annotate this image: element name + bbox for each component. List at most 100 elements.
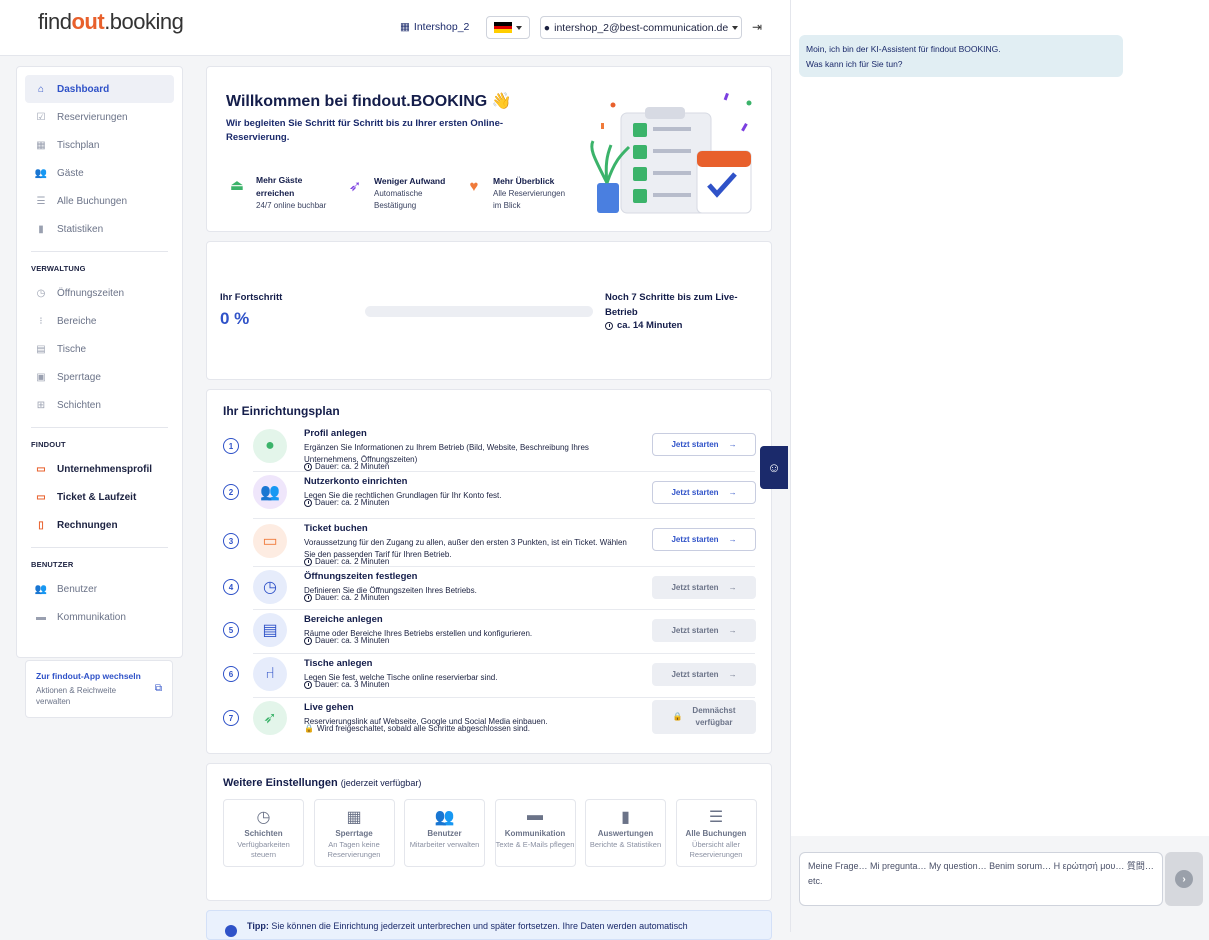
more-settings-card: Weitere Einstellungen (jederzeit verfügb… bbox=[206, 763, 772, 901]
shop-name: Intershop_2 bbox=[413, 21, 470, 33]
sidebar-item-label: Öffnungszeiten bbox=[57, 287, 125, 299]
tile-title: Schichten bbox=[244, 829, 283, 838]
users-icon: 👥 bbox=[34, 167, 48, 179]
sidebar-item-label: Bereiche bbox=[57, 315, 97, 327]
sidebar-item-kommunikation[interactable]: ▬ Kommunikation bbox=[25, 603, 174, 631]
step-title: Tische anlegen bbox=[304, 658, 373, 669]
sidebar-item-reservierungen[interactable]: ☑ Reservierungen bbox=[25, 103, 174, 131]
start-step-button[interactable]: Jetzt starten → bbox=[652, 663, 756, 686]
sidebar-item-gäste[interactable]: 👥 Gäste bbox=[25, 159, 174, 187]
remaining-steps: Noch 7 Schritte bis zum Live-Betrieb bbox=[605, 292, 738, 318]
welcome-subtitle: Wir begleiten Sie Schritt für Schritt bi… bbox=[226, 118, 504, 143]
sidebar-item-ticket-laufzeit[interactable]: ▭ Ticket & Laufzeit bbox=[25, 483, 174, 511]
start-step-button[interactable]: Jetzt starten → bbox=[652, 528, 756, 551]
ticket-icon: ▭ bbox=[253, 524, 287, 558]
findout-booking-logo[interactable]: findout.booking bbox=[38, 9, 184, 35]
id-card-icon: ▭ bbox=[36, 463, 46, 475]
feature-desc: Automatische Bestätigung bbox=[374, 189, 423, 210]
sidebar-item-label: Dashboard bbox=[57, 83, 110, 95]
store-icon: ▤ bbox=[36, 343, 46, 355]
chat-icon: ▬ bbox=[36, 611, 46, 623]
logout-icon[interactable]: ⇥ bbox=[752, 20, 762, 34]
chat-input[interactable]: Meine Frage… Mi pregunta… My question… B… bbox=[799, 852, 1163, 906]
shop-selector[interactable]: ▦ Intershop_2 bbox=[400, 21, 469, 33]
settings-tile-kommunikation[interactable]: ▬ Kommunikation Texte & E-Mails pflegen bbox=[494, 799, 576, 867]
start-step-button[interactable]: Jetzt starten → bbox=[652, 481, 756, 504]
sidebar-item-benutzer[interactable]: 👥 Benutzer bbox=[25, 575, 174, 603]
rocket-icon: ➶ bbox=[348, 178, 362, 195]
sidebar-item-label: Rechnungen bbox=[57, 519, 118, 531]
step-divider bbox=[253, 697, 755, 698]
sidebar-item-rechnungen[interactable]: ▯ Rechnungen bbox=[25, 511, 174, 539]
sidebar-item-sperrtage[interactable]: ▣ Sperrtage bbox=[25, 363, 174, 391]
tile-title: Kommunikation bbox=[504, 829, 566, 838]
settings-tile-sperrtage[interactable]: ▦ Sperrtage An Tagen keine Reservierungen bbox=[313, 799, 395, 867]
step-divider bbox=[253, 609, 755, 610]
tile-title: Benutzer bbox=[427, 829, 462, 838]
sidebar-item-label: Benutzer bbox=[57, 583, 98, 595]
arrow-right-icon: → bbox=[728, 488, 737, 497]
sidebar-item-label: Schichten bbox=[57, 399, 101, 411]
language-dropdown[interactable] bbox=[486, 16, 530, 39]
sidebar: ⌂ Dashboard ☑ Reservierungen ▦ Tischplan 👥 Gäst… bbox=[16, 66, 183, 658]
sidebar-item-schichten[interactable]: ⊞ Schichten bbox=[25, 391, 174, 419]
chat-input-area: Meine Frage… Mi pregunta… My question… B… bbox=[791, 836, 1209, 932]
step-number: 6 bbox=[223, 666, 239, 682]
sidebar-item-label: Kommunikation bbox=[57, 611, 126, 623]
step-duration: Dauer: ca. 2 Minuten bbox=[304, 462, 389, 471]
findout-app-switch[interactable]: Zur findout-App wechseln Aktionen & Reic… bbox=[25, 660, 173, 718]
chair-icon: ⑁ bbox=[253, 657, 287, 691]
user-icon: ● bbox=[253, 429, 287, 463]
sidebar-item-bereiche[interactable]: ⁝ Bereiche bbox=[25, 307, 174, 335]
sidebar-item-label: Tischplan bbox=[57, 139, 100, 151]
start-step-button[interactable]: Jetzt starten → bbox=[652, 433, 756, 456]
sidebar-item-unternehmensprofil[interactable]: ▭ Unternehmensprofil bbox=[25, 455, 174, 483]
feature-less-effort: ➶ Weniger Aufwand Automatische Bestätigun… bbox=[344, 175, 446, 212]
start-step-button[interactable]: Jetzt starten → bbox=[652, 619, 756, 642]
invoice-icon: ▯ bbox=[38, 519, 44, 531]
app-switch-subtitle: Aktionen & Reichweite verwalten bbox=[36, 686, 117, 706]
start-step-button[interactable]: Jetzt starten → bbox=[652, 576, 756, 599]
step-number: 2 bbox=[223, 484, 239, 500]
tile-title: Alle Buchungen bbox=[685, 829, 747, 838]
calendar-icon: ▦ bbox=[36, 139, 46, 151]
clock-icon: ◷ bbox=[36, 287, 46, 299]
sidebar-item-statistiken[interactable]: ▮ Statistiken bbox=[25, 215, 174, 243]
step-duration: Dauer: ca. 2 Minuten bbox=[304, 557, 389, 566]
tile-description: Verfügbarkeiten steuern bbox=[237, 840, 290, 859]
step-divider bbox=[253, 518, 755, 519]
sidebar-item-label: Reservierungen bbox=[57, 111, 128, 123]
users-icon: 👥 bbox=[34, 583, 48, 595]
settings-tile-benutzer[interactable]: 👥 Benutzer Mitarbeiter verwalten bbox=[404, 799, 485, 867]
step-title: Profil anlegen bbox=[304, 428, 367, 439]
sidebar-item-öffnungszeiten[interactable]: ◷ Öffnungszeiten bbox=[25, 279, 174, 307]
settings-tile-alle-buchungen[interactable]: ☰ Alle Buchungen Übersicht aller Reservier… bbox=[675, 799, 757, 867]
sidebar-item-alle-buchungen[interactable]: ☰ Alle Buchungen bbox=[25, 187, 174, 215]
send-button[interactable]: › bbox=[1165, 852, 1203, 906]
list-icon: ☰ bbox=[36, 195, 46, 207]
arrow-right-icon: → bbox=[728, 583, 737, 592]
progress-card: Ihr Fortschritt 0 % Noch 7 Schritte bis … bbox=[206, 241, 772, 380]
feature-title: Weniger Aufwand bbox=[374, 176, 446, 186]
clock-icon bbox=[304, 636, 312, 645]
robot-icon[interactable]: ☺ bbox=[760, 446, 788, 489]
bell-icon: ⏏ bbox=[229, 177, 245, 194]
step-title: Live gehen bbox=[304, 702, 354, 713]
top-bar: findout.booking ▦ Intershop_2 ● intersho… bbox=[0, 0, 790, 56]
step-duration: Dauer: ca. 3 Minuten bbox=[304, 680, 389, 689]
user-email: intershop_2@best-communication.de bbox=[554, 21, 729, 34]
sidebar-item-label: Unternehmensprofil bbox=[57, 463, 153, 475]
progress-bar bbox=[365, 306, 593, 317]
arrow-right-icon: → bbox=[728, 440, 737, 449]
sidebar-item-label: Statistiken bbox=[57, 223, 104, 235]
chart-icon: ▮ bbox=[38, 223, 44, 235]
settings-tile-schichten[interactable]: ◷ Schichten Verfügbarkeiten steuern bbox=[223, 799, 304, 867]
sidebar-item-tische[interactable]: ▤ Tische bbox=[25, 335, 174, 363]
welcome-card: Willkommen bei findout.BOOKING 👋 Wir beg… bbox=[206, 66, 772, 232]
user-account-dropdown[interactable]: ● intershop_2@best-communication.de bbox=[540, 16, 742, 39]
settings-tile-auswertungen[interactable]: ▮ Auswertungen Berichte & Statistiken bbox=[585, 799, 666, 867]
sidebar-item-tischplan[interactable]: ▦ Tischplan bbox=[25, 131, 174, 159]
sidebar-item-label: Sperrtage bbox=[57, 371, 101, 383]
sidebar-item-dashboard[interactable]: ⌂ Dashboard bbox=[25, 75, 174, 103]
sidebar-item-label: Ticket & Laufzeit bbox=[57, 491, 137, 503]
